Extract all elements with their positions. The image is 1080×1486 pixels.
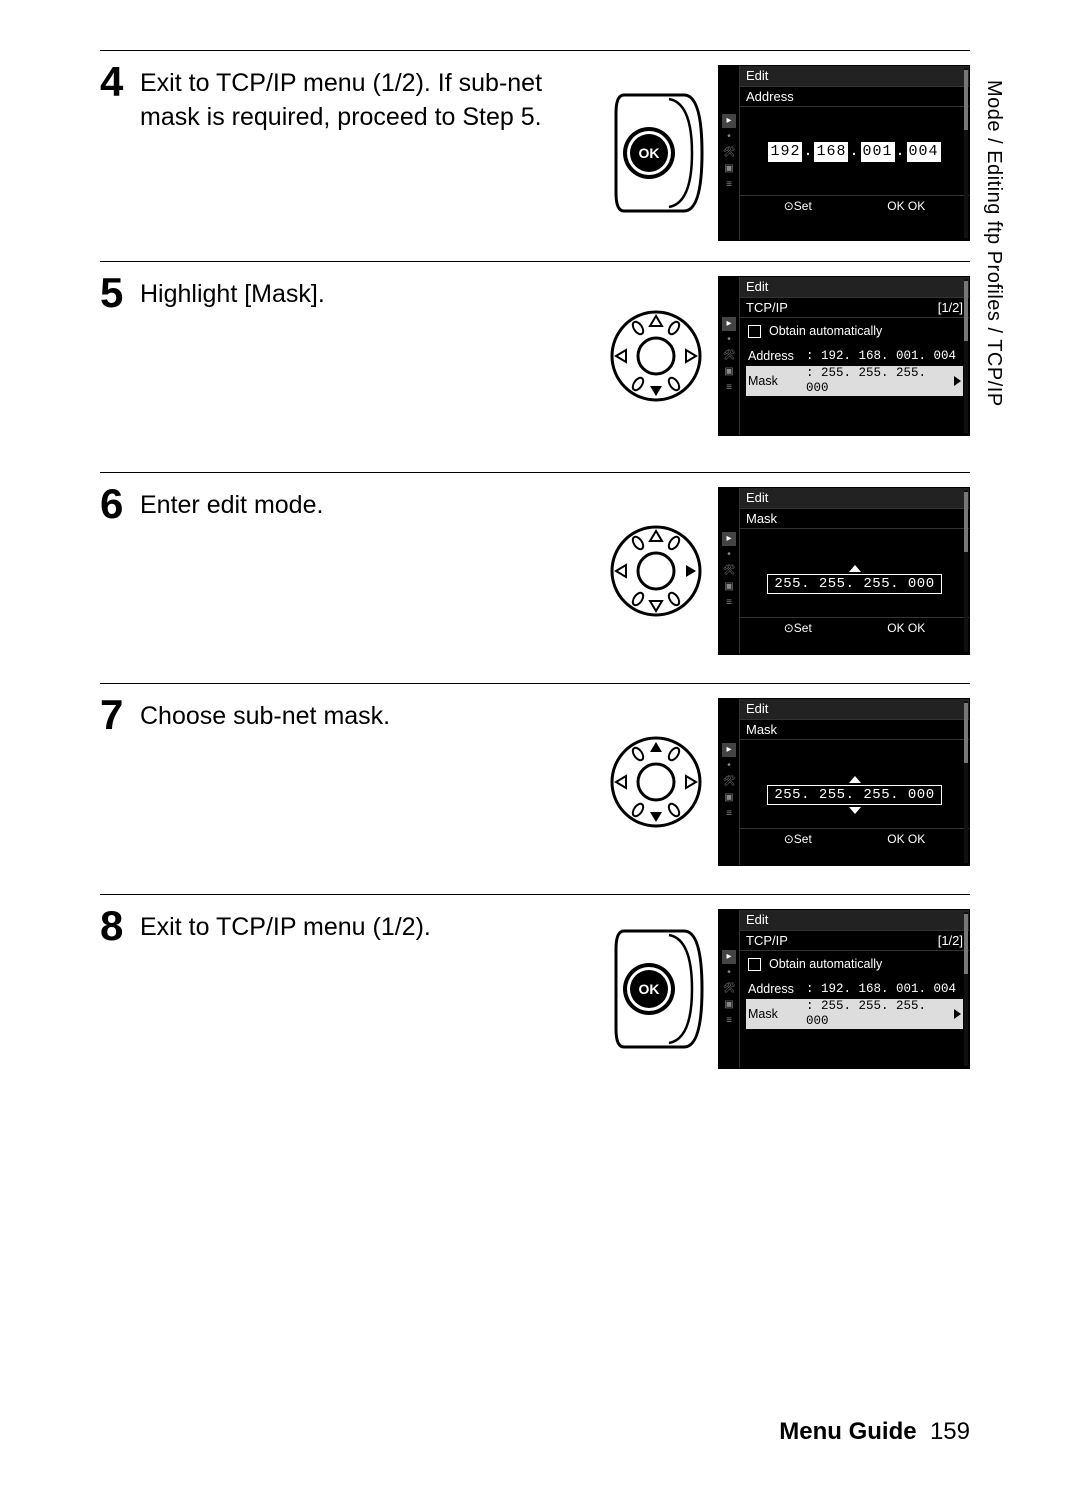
book-icon: ≡ <box>722 381 736 395</box>
mask-value: : 255. 255. 255. 000 <box>806 999 950 1029</box>
step-number: 8 <box>100 903 140 947</box>
step-number: 7 <box>100 692 140 736</box>
dpad-updown-illustration <box>608 734 704 830</box>
mask-edit-value: 255. 255. 255. 000 <box>767 574 941 595</box>
step-list: 4 Exit to TCP/IP menu (1/2). If sub-net … <box>100 50 970 1105</box>
meter-icon: ▣ <box>722 580 736 594</box>
meter-icon: ▣ <box>722 791 736 805</box>
step: 7 Choose sub-net mask. <box>100 684 970 895</box>
screen-subtitle: Mask <box>746 511 777 527</box>
address-label: Address <box>748 982 806 997</box>
chevron-right-icon <box>954 376 961 386</box>
screen-page: [1/2] <box>938 300 963 316</box>
wrench-icon: 🛠 <box>722 146 736 160</box>
dot-icon: • <box>722 548 736 562</box>
screen-title: Edit <box>746 490 768 506</box>
hint-ok: OK OK <box>887 199 925 213</box>
play-icon: ▸ <box>722 114 736 128</box>
dot-icon: • <box>722 966 736 980</box>
step-text: Highlight [Mask]. <box>140 270 608 312</box>
obtain-auto-label: Obtain automatically <box>769 324 882 339</box>
step-number: 4 <box>100 59 140 103</box>
address-value: : 192. 168. 001. 004 <box>806 982 961 997</box>
checkbox-icon <box>748 958 761 971</box>
book-icon: ≡ <box>722 1014 736 1028</box>
dpad-right-illustration <box>608 523 704 619</box>
step: 5 Highlight [Mask]. <box>100 262 970 473</box>
page-number: 159 <box>930 1418 970 1445</box>
step-text: Exit to TCP/IP menu (1/2). If sub-net ma… <box>140 59 614 135</box>
wrench-icon: 🛠 <box>722 982 736 996</box>
hint-ok: OK OK <box>887 621 925 635</box>
obtain-auto-label: Obtain automatically <box>769 957 882 972</box>
step-text: Exit to TCP/IP menu (1/2). <box>140 903 614 945</box>
screen-title: Edit <box>746 68 768 84</box>
step-text: Enter edit mode. <box>140 481 608 523</box>
mask-label: Mask <box>748 374 806 389</box>
screen-subtitle: Address <box>746 89 794 105</box>
play-icon: ▸ <box>722 950 736 964</box>
book-icon: ≡ <box>722 596 736 610</box>
address-label: Address <box>748 349 806 364</box>
play-icon: ▸ <box>722 317 736 331</box>
play-icon: ▸ <box>722 743 736 757</box>
page-footer: Menu Guide 159 <box>779 1418 970 1446</box>
meter-icon: ▣ <box>722 998 736 1012</box>
book-icon: ≡ <box>722 807 736 821</box>
step-number: 6 <box>100 481 140 525</box>
chevron-right-icon <box>954 1009 961 1019</box>
triangle-up-icon <box>849 776 861 783</box>
side-breadcrumb: Mode / Editing ftp Profiles / TCP/IP <box>982 80 1005 407</box>
screen-subtitle: Mask <box>746 722 777 738</box>
svg-text:OK: OK <box>639 145 660 161</box>
screen-subtitle: TCP/IP <box>746 300 788 316</box>
svg-text:OK: OK <box>639 981 660 997</box>
triangle-down-icon <box>849 807 861 814</box>
camera-screen: ▸ • 🛠 ▣ ≡ Edit Mask <box>718 698 970 866</box>
mask-value: : 255. 255. 255. 000 <box>806 366 950 396</box>
play-icon: ▸ <box>722 532 736 546</box>
hint-ok: OK OK <box>887 832 925 846</box>
hint-set: ⊙Set <box>784 832 812 846</box>
wrench-icon: 🛠 <box>722 349 736 363</box>
step: 6 Enter edit mode. <box>100 473 970 684</box>
camera-screen: ▸ • 🛠 ▣ ≡ Edit TCP/IP [1/2] <box>718 909 970 1069</box>
camera-screen: ▸ • 🛠 ▣ ≡ Edit Address 192.168.001.004 <box>718 65 970 241</box>
checkbox-icon <box>748 325 761 338</box>
mask-row-highlighted: Mask : 255. 255. 255. 000 <box>746 366 963 396</box>
meter-icon: ▣ <box>722 365 736 379</box>
dpad-down-illustration <box>608 308 704 404</box>
screen-title: Edit <box>746 701 768 717</box>
mask-row-highlighted: Mask : 255. 255. 255. 000 <box>746 999 963 1029</box>
wrench-icon: 🛠 <box>722 775 736 789</box>
camera-screen: ▸ • 🛠 ▣ ≡ Edit Mask <box>718 487 970 655</box>
screen-title: Edit <box>746 912 768 928</box>
dot-icon: • <box>722 333 736 347</box>
screen-page: [1/2] <box>938 933 963 949</box>
step-text: Choose sub-net mask. <box>140 692 608 734</box>
ok-button-illustration: OK <box>614 93 704 213</box>
footer-label: Menu Guide <box>779 1418 916 1445</box>
step-number: 5 <box>100 270 140 314</box>
triangle-up-icon <box>849 565 861 572</box>
meter-icon: ▣ <box>722 162 736 176</box>
screen-title: Edit <box>746 279 768 295</box>
address-value: : 192. 168. 001. 004 <box>806 349 961 364</box>
dot-icon: • <box>722 130 736 144</box>
wrench-icon: 🛠 <box>722 564 736 578</box>
dot-icon: • <box>722 759 736 773</box>
ip-value: 192.168.001.004 <box>740 142 969 162</box>
screen-subtitle: TCP/IP <box>746 933 788 949</box>
camera-screen: ▸ • 🛠 ▣ ≡ Edit TCP/IP [1/2] <box>718 276 970 436</box>
hint-set: ⊙Set <box>784 621 812 635</box>
step: 8 Exit to TCP/IP menu (1/2). OK <box>100 895 970 1105</box>
ok-button-illustration: OK <box>614 929 704 1049</box>
mask-edit-value: 255. 255. 255. 000 <box>767 785 941 806</box>
step: 4 Exit to TCP/IP menu (1/2). If sub-net … <box>100 51 970 262</box>
hint-set: ⊙Set <box>784 199 812 213</box>
mask-label: Mask <box>748 1007 806 1022</box>
book-icon: ≡ <box>722 178 736 192</box>
